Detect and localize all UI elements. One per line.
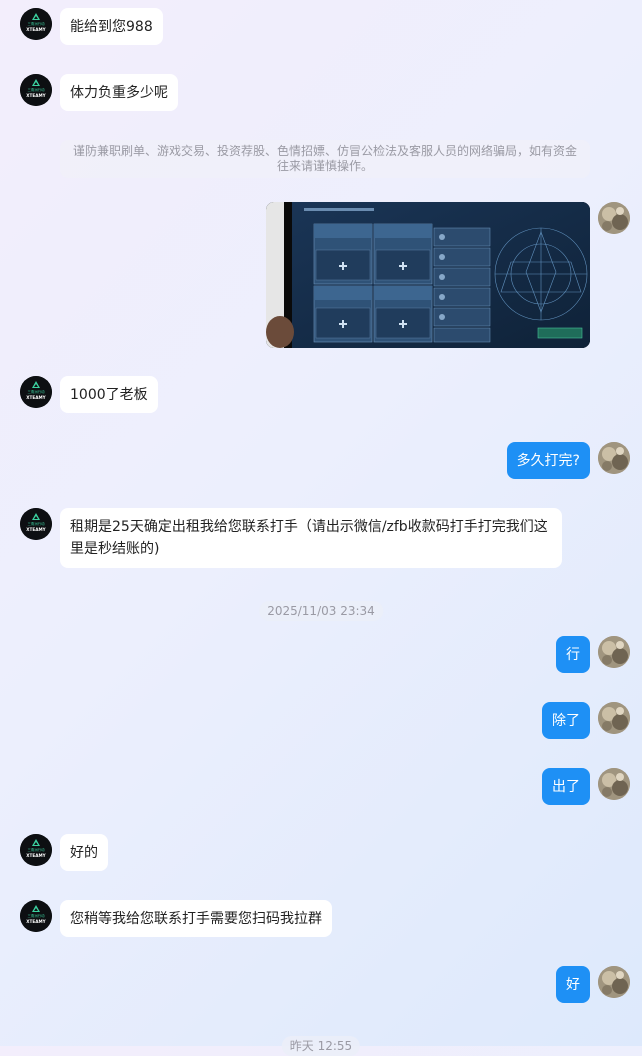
agent-logo-line1: 三角洲行动 xyxy=(28,521,46,526)
agent-logo-icon: 三角洲行动 XTEAMY xyxy=(20,900,52,932)
message-bubble[interactable]: 能给到您988 xyxy=(60,8,163,45)
user-avatar[interactable] xyxy=(598,636,630,668)
agent-logo-line1: 三角洲行动 xyxy=(28,847,46,852)
user-avatar-image xyxy=(598,702,630,734)
timestamp: 昨天 12:55 xyxy=(281,1036,361,1056)
user-avatar-image xyxy=(598,768,630,800)
photo-message[interactable] xyxy=(266,202,590,348)
message-bubble[interactable]: 出了 xyxy=(542,768,590,805)
agent-logo-line1: 三角洲行动 xyxy=(28,913,46,918)
message-bubble[interactable]: 行 xyxy=(556,636,590,673)
message-bubble[interactable]: 除了 xyxy=(542,702,590,739)
agent-logo-line2: XTEAMY xyxy=(26,27,46,32)
agent-logo-icon: 三角洲行动 XTEAMY xyxy=(20,834,52,866)
agent-logo-line1: 三角洲行动 xyxy=(28,87,46,92)
agent-avatar[interactable]: 三角洲行动 XTEAMY xyxy=(20,8,52,40)
agent-logo-icon: 三角洲行动 XTEAMY xyxy=(20,508,52,540)
message-bubble[interactable]: 1000了老板 xyxy=(60,376,158,413)
timestamp: 2025/11/03 23:34 xyxy=(259,601,383,621)
chat-view[interactable]: 三角洲行动 XTEAMY 能给到您988 三角洲行动 XTEAMY 体力负重多少… xyxy=(0,0,642,1056)
message-bubble[interactable]: 您稍等我给您联系打手需要您扫码我拉群 xyxy=(60,900,332,937)
user-avatar[interactable] xyxy=(598,966,630,998)
agent-logo-line2: XTEAMY xyxy=(26,93,46,98)
message-bubble[interactable]: 体力负重多少呢 xyxy=(60,74,178,111)
agent-avatar[interactable]: 三角洲行动 XTEAMY xyxy=(20,900,52,932)
message-bubble[interactable]: 好 xyxy=(556,966,590,1003)
security-notice: 谨防兼职刷单、游戏交易、投资荐股、色情招嫖、仿冒公检法及客服人员的网络骗局，如有… xyxy=(60,140,590,178)
message-bubble[interactable]: 租期是25天确定出租我给您联系打手（请出示微信/zfb收款码打手打完我们这里是秒… xyxy=(60,508,562,568)
user-avatar[interactable] xyxy=(598,442,630,474)
agent-logo-line2: XTEAMY xyxy=(26,853,46,858)
agent-logo-icon: 三角洲行动 XTEAMY xyxy=(20,376,52,408)
user-avatar[interactable] xyxy=(598,768,630,800)
user-avatar-image xyxy=(598,966,630,998)
agent-avatar[interactable]: 三角洲行动 XTEAMY xyxy=(20,834,52,866)
user-avatar-image xyxy=(598,442,630,474)
agent-avatar[interactable]: 三角洲行动 XTEAMY xyxy=(20,508,52,540)
game-screenshot-image xyxy=(266,202,590,348)
agent-logo-icon: 三角洲行动 XTEAMY xyxy=(20,8,52,40)
user-avatar[interactable] xyxy=(598,702,630,734)
message-bubble[interactable]: 多久打完? xyxy=(506,442,590,479)
agent-logo-line2: XTEAMY xyxy=(26,395,46,400)
user-avatar[interactable] xyxy=(598,202,630,234)
agent-avatar[interactable]: 三角洲行动 XTEAMY xyxy=(20,376,52,408)
agent-logo-line1: 三角洲行动 xyxy=(28,389,46,394)
agent-logo-line2: XTEAMY xyxy=(26,919,46,924)
agent-logo-line2: XTEAMY xyxy=(26,527,46,532)
user-avatar-image xyxy=(598,636,630,668)
agent-avatar[interactable]: 三角洲行动 XTEAMY xyxy=(20,74,52,106)
agent-logo-line1: 三角洲行动 xyxy=(28,21,46,26)
message-bubble[interactable]: 好的 xyxy=(60,834,108,871)
user-avatar-image xyxy=(598,202,630,234)
agent-logo-icon: 三角洲行动 XTEAMY xyxy=(20,74,52,106)
